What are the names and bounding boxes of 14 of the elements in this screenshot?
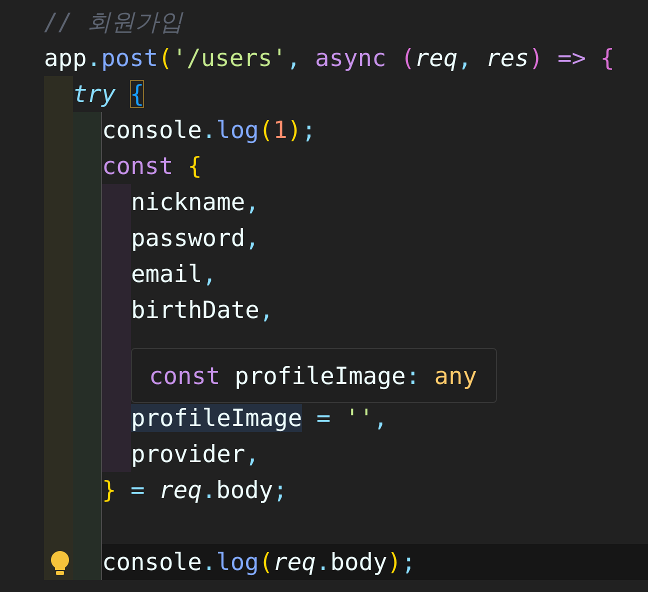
code-line: console.log(req.body); [102,547,416,578]
code-line: const { [102,151,202,182]
code-line: // 회원가입 [44,7,183,38]
code-line: } = req.body; [102,475,288,506]
code-line: app.post('/users', async (req, res) => { [44,43,615,74]
code-line: try { [73,79,144,110]
type-signature: const profileImage: any [149,360,478,392]
lightbulb-icon[interactable] [50,550,70,576]
code-line: password, [131,223,260,254]
code-line: nickname, [131,187,260,218]
code-line: provider, [131,439,260,470]
code-line: email, [131,259,217,290]
code-line: console.log(1); [102,115,316,146]
code-line: birthDate, [131,295,274,326]
